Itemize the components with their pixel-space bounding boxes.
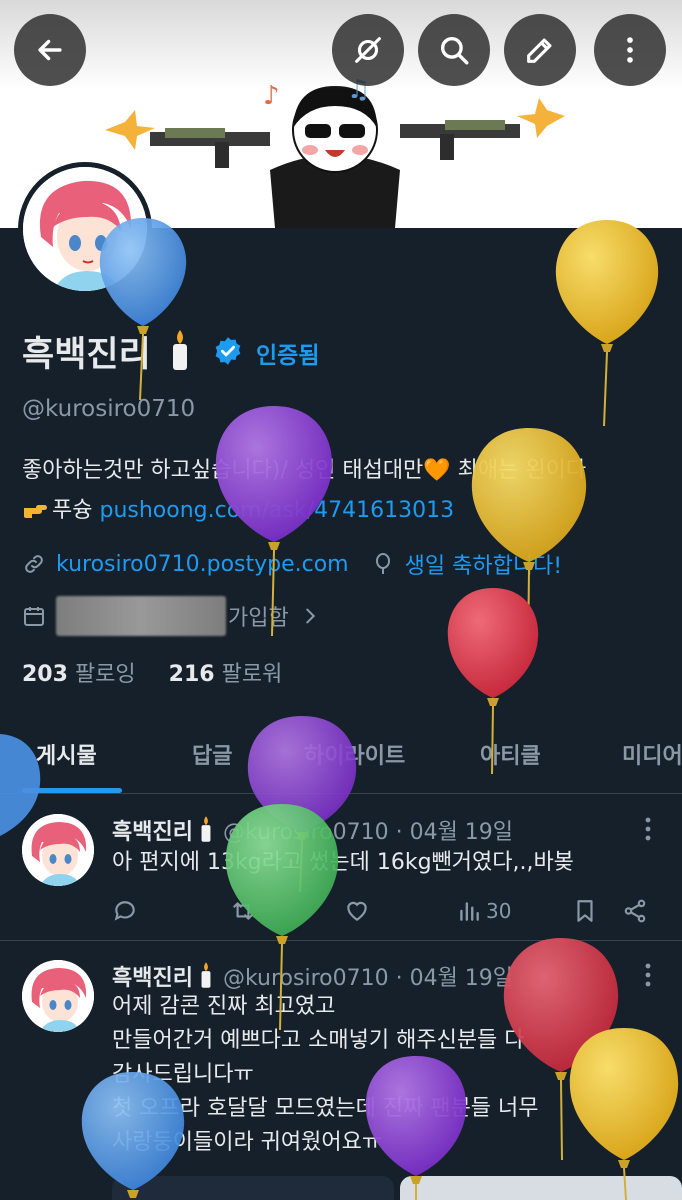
share-icon — [624, 899, 646, 923]
candle-emoji-icon — [173, 330, 187, 370]
link-icon — [25, 555, 43, 573]
profile-tabs: 게시물 답글 하이라이트 아티클 미디어 — [0, 728, 682, 794]
post-item[interactable]: 흑백진리 @kurosiro0710 · 04월 19일 아 편지에 13kg라고… — [0, 800, 682, 940]
like-button[interactable] — [344, 896, 370, 926]
avatar-illustration — [22, 814, 94, 886]
tab-media[interactable]: 미디어 — [622, 738, 682, 770]
bio-line-1: 좋아하는것만 하고싶습니다)/ 성인 태섭대만🧡 최애는 왼이다 — [22, 458, 587, 483]
active-tab-indicator — [22, 788, 122, 793]
join-date-row[interactable]: 가입함 — [22, 596, 321, 636]
birthday-label[interactable]: 생일 축하합니다! — [405, 548, 563, 580]
post-media-strip[interactable] — [112, 1176, 682, 1200]
more-vertical-icon[interactable] — [644, 816, 652, 842]
post-text-line: 아 편지에 13kg라고 썼는데 16kg뺀거였다,.,바봊 — [112, 850, 574, 875]
edit-icon — [527, 38, 552, 63]
balloon-icon — [375, 553, 390, 574]
more-options-button[interactable] — [594, 14, 666, 86]
post-avatar[interactable] — [22, 960, 94, 1032]
post-author-name[interactable]: 흑백진리 — [112, 966, 193, 991]
search-icon — [440, 36, 469, 65]
arrow-left-icon — [38, 39, 62, 61]
bio-line-2: 푸슝 pushoong.com/ask/4741613013 — [22, 492, 454, 524]
verified-label[interactable]: 인증됨 — [256, 336, 319, 370]
post-text: 아 편지에 13kg라고 썼는데 16kg뺀거였다,.,바봊 — [112, 846, 574, 880]
avatar-illustration — [22, 960, 94, 1032]
avatar-illustration — [23, 167, 147, 291]
repost-icon — [233, 902, 253, 920]
follow-stats: 203 팔로잉 216 팔로워 — [22, 656, 282, 688]
bio-ask-link[interactable]: pushoong.com/ask/4741613013 — [99, 498, 454, 523]
analytics-icon — [460, 902, 479, 921]
tab-articles[interactable]: 아티클 — [480, 738, 541, 770]
post-item[interactable]: 흑백진리 @kurosiro0710 · 04월 19일 어제 감콘 진짜 최고였… — [0, 946, 682, 1200]
reply-button[interactable] — [112, 896, 138, 926]
views-count: 30 — [486, 899, 512, 923]
profile-avatar[interactable] — [18, 162, 152, 296]
post-avatar[interactable] — [22, 814, 94, 886]
search-button[interactable] — [418, 14, 490, 86]
following-link[interactable]: 203 팔로잉 — [22, 662, 136, 687]
followers-label: 팔로워 — [221, 662, 283, 687]
bookmark-icon — [577, 900, 593, 922]
post-media-thumb[interactable] — [112, 1176, 394, 1200]
redacted-join-date — [56, 596, 226, 636]
following-count: 203 — [22, 662, 68, 687]
tab-replies[interactable]: 답글 — [192, 738, 232, 770]
repost-button[interactable] — [230, 896, 256, 926]
display-name: 흑백진리 — [22, 335, 151, 375]
profile-handle: @kurosiro0710 — [22, 396, 196, 422]
post-text-line: 만들어간거 예쁘다고 소매넣기 해주신분들 다 — [112, 1028, 525, 1053]
verified-badge-icon — [215, 337, 241, 365]
post-text-line: 감사드립니다ㅠ — [112, 1062, 254, 1087]
banner-illustration: ♪ ♫ — [105, 75, 565, 228]
chevron-right-icon — [305, 608, 315, 624]
candle-emoji-icon — [201, 816, 211, 842]
bio-prefix: 푸슝 — [52, 498, 100, 523]
edit-button[interactable] — [504, 14, 576, 86]
heart-icon — [347, 901, 367, 921]
no-location-icon — [355, 37, 381, 63]
post-text-line: 사랑둥이들이라 귀여웠어요ㅠ — [112, 1130, 383, 1155]
post-header: 흑백진리 @kurosiro0710 · 04월 19일 — [112, 960, 513, 992]
tab-posts[interactable]: 게시물 — [36, 738, 97, 770]
location-off-button[interactable] — [332, 14, 404, 86]
post-divider — [0, 940, 682, 941]
joined-suffix: 가입함 — [228, 606, 289, 631]
calendar-icon — [24, 607, 44, 626]
post-author-handle[interactable]: @kurosiro0710 — [223, 966, 389, 991]
candle-emoji-icon — [201, 962, 211, 988]
post-date[interactable]: · 04월 19일 — [396, 966, 513, 991]
post-author-name[interactable]: 흑백진리 — [112, 820, 193, 845]
share-button[interactable] — [622, 896, 648, 926]
more-vertical-icon — [627, 37, 633, 63]
tab-highlights[interactable]: 하이라이트 — [304, 738, 405, 770]
post-header: 흑백진리 @kurosiro0710 · 04월 19일 — [112, 814, 513, 846]
bookmark-button[interactable] — [572, 896, 598, 926]
reply-icon — [114, 901, 135, 921]
back-button[interactable] — [14, 14, 86, 86]
followers-link[interactable]: 216 팔로워 — [169, 662, 283, 687]
views-button[interactable]: 30 — [456, 896, 511, 926]
website-link[interactable]: kurosiro0710.postype.com — [56, 552, 349, 577]
more-vertical-icon[interactable] — [644, 962, 652, 988]
post-text-line: 첫 오프라 호달달 모드였는데 진짜 팬분들 너무 — [112, 1096, 539, 1121]
profile-meta-row: kurosiro0710.postype.com 생일 축하합니다! — [22, 548, 562, 580]
post-text-line: 어제 감콘 진짜 최고였고 — [112, 994, 336, 1019]
birthday-balloon — [555, 220, 659, 426]
post-text: 어제 감콘 진짜 최고였고 만들어간거 예쁘다고 소매넣기 해주신분들 다 감사… — [112, 990, 539, 1160]
post-date[interactable]: · 04월 19일 — [396, 820, 513, 845]
post-media-thumb[interactable] — [400, 1176, 682, 1200]
post-author-handle[interactable]: @kurosiro0710 — [223, 820, 389, 845]
following-label: 팔로잉 — [74, 662, 136, 687]
pointing-hand-icon — [24, 505, 47, 518]
followers-count: 216 — [168, 662, 215, 687]
